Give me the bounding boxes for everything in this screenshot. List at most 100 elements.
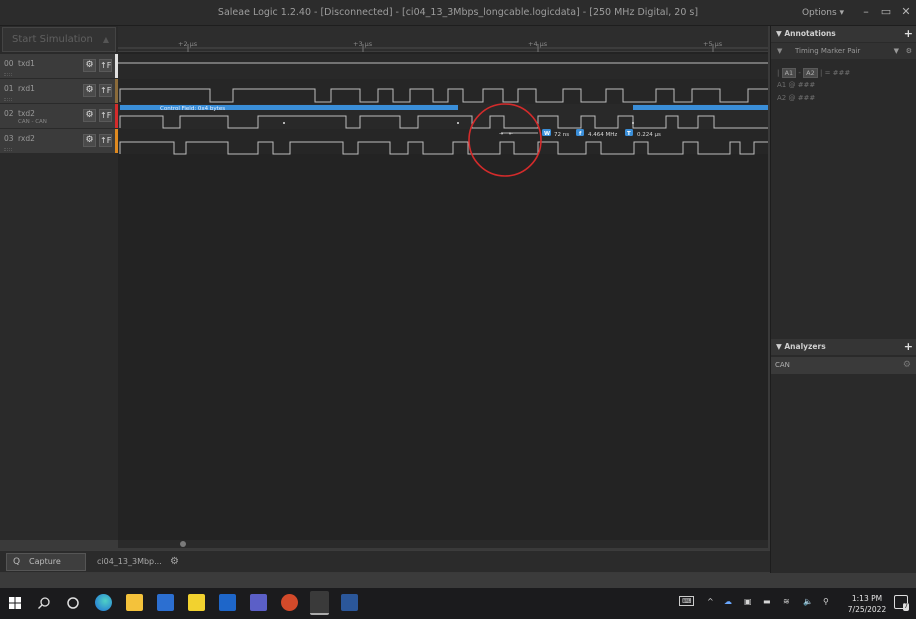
frequency-value: 4.464 MHz (588, 132, 617, 138)
trigger-icon[interactable]: ↑F (99, 84, 112, 97)
drag-grip-icon[interactable] (4, 98, 12, 101)
file-gear-icon[interactable]: ⚙ (170, 553, 179, 571)
sticky-notes-icon[interactable] (188, 594, 205, 611)
tray-chevron-icon[interactable]: ^ (707, 597, 714, 606)
bit-marker (457, 122, 459, 124)
display-icon[interactable]: ▣ (744, 597, 752, 606)
keyboard-icon[interactable]: ⌨ (679, 596, 695, 606)
cloud-icon[interactable]: ☁ (724, 597, 732, 606)
channel-settings-gear-icon[interactable]: ⚙ (83, 84, 96, 97)
dropdown-icon[interactable]: ▼ (894, 43, 899, 59)
taskbar-clock[interactable]: 1:13 PM 7/25/2022 (842, 593, 892, 615)
channel-number: 00 (4, 59, 14, 68)
analyzers-header[interactable]: ▼ Analyzers + (771, 339, 916, 355)
ruler-ticks (118, 44, 768, 52)
volume-icon[interactable]: 🔈 (803, 597, 813, 606)
marker-pair-label: Timing Marker Pair (795, 47, 861, 55)
annotation-row-a2: A2 @ ### (777, 94, 816, 102)
drag-grip-icon[interactable] (4, 148, 12, 151)
channel-row-0[interactable]: 00 txd1 ⚙ ↑F (0, 54, 118, 79)
outlook-icon[interactable] (219, 594, 236, 611)
bit-marker (283, 122, 285, 124)
channel-name[interactable]: txd1 (18, 59, 35, 68)
right-panel: ▼ Annotations + ▼ Timing Marker Pair ▼ ⚙… (770, 26, 916, 573)
file-tab[interactable]: ci04_13_3Mbp... (90, 553, 162, 571)
time-ruler[interactable]: +2 µs +3 µs +4 µs +5 µs (118, 26, 768, 52)
annotation-row-diff: | A1 - A2 | = ### (777, 68, 851, 78)
channel-settings-gear-icon[interactable]: ⚙ (83, 59, 96, 72)
title-bar: Saleae Logic 1.2.40 - [Disconnected] - [… (0, 0, 916, 26)
marker-gear-icon[interactable]: ⚙ (906, 43, 912, 59)
marker-left-icon[interactable]: ⇥ (499, 131, 503, 137)
capture-label: Capture (29, 557, 61, 566)
network-icon[interactable]: ⚲ (823, 597, 829, 606)
trigger-icon[interactable]: ↑F (99, 134, 112, 147)
store-icon[interactable] (157, 594, 174, 611)
annotation-marker-pair[interactable]: ▼ Timing Marker Pair ▼ ⚙ (771, 43, 916, 59)
trigger-icon[interactable]: ↑F (99, 109, 112, 122)
drag-grip-icon[interactable] (4, 73, 12, 76)
annotation-row-a1: A1 @ ### (777, 81, 816, 89)
waveform-canvas[interactable]: Control Field: 0x4 bytes ⇥ ⇤ W 72 ns f 4… (118, 26, 768, 540)
channel-row-3[interactable]: 03 rxd2 ⚙ ↑F (0, 129, 118, 154)
analyzer-item-can[interactable]: CAN ⚙ (771, 357, 916, 374)
scroll-thumb[interactable] (180, 541, 186, 547)
maximize-button[interactable]: ▭ (876, 3, 896, 21)
row-bg-1 (118, 79, 768, 104)
minimize-button[interactable]: – (856, 3, 876, 21)
options-button[interactable]: Options ▾ (798, 4, 848, 22)
capture-tab[interactable]: Q Capture (6, 553, 86, 571)
task-view-icon[interactable] (66, 596, 80, 610)
file-explorer-icon[interactable] (126, 594, 143, 611)
bit-marker (632, 122, 634, 124)
channel-settings-gear-icon[interactable]: ⚙ (83, 109, 96, 122)
width-badge-label: W (544, 131, 550, 137)
notification-icon[interactable]: 7 (894, 595, 909, 611)
width-value: 72 ns (554, 132, 569, 138)
word-icon[interactable] (341, 594, 358, 611)
channel-name[interactable]: txd2 (18, 109, 35, 118)
start-simulation-label: Start Simulation (12, 34, 93, 45)
battery-icon[interactable]: ▬ (763, 597, 771, 606)
start-simulation-button[interactable]: Start Simulation ▲▼ (2, 27, 116, 68)
teams-icon[interactable] (250, 594, 267, 611)
trigger-icon[interactable]: ↑F (99, 59, 112, 72)
add-annotation-plus-icon[interactable]: + (904, 26, 913, 42)
channel-number: 01 (4, 84, 14, 93)
saleae-logic-icon[interactable] (310, 591, 329, 615)
period-value: 0.224 µs (637, 132, 661, 138)
powerpoint-icon[interactable] (281, 594, 298, 611)
a2-badge: A2 (803, 68, 818, 78)
waveform-area[interactable]: Control Field: 0x4 bytes ⇥ ⇤ W 72 ns f 4… (118, 26, 768, 540)
add-analyzer-plus-icon[interactable]: + (904, 339, 913, 355)
annotations-title: ▼ Annotations (776, 29, 836, 38)
channel-number: 03 (4, 134, 14, 143)
analyzer-tag: CAN - CAN (18, 119, 47, 125)
channel-name[interactable]: rxd2 (18, 134, 35, 143)
decode-bubble[interactable] (633, 105, 768, 110)
wifi-icon[interactable]: ≋ (783, 597, 790, 606)
channel-row-2[interactable]: 02 txd2 CAN - CAN ⚙ ↑F (0, 104, 118, 129)
channel-number: 02 (4, 109, 14, 118)
channel-name[interactable]: rxd1 (18, 84, 35, 93)
channel-row-1[interactable]: 01 rxd1 ⚙ ↑F (0, 79, 118, 104)
filter-icon[interactable]: ▼ (777, 43, 782, 59)
channel-settings-gear-icon[interactable]: ⚙ (83, 134, 96, 147)
a1-badge: A1 (781, 68, 797, 78)
decode-label: Control Field: 0x4 bytes (160, 106, 225, 112)
horizontal-scrollbar[interactable] (118, 540, 768, 548)
period-badge-label: T (627, 131, 631, 137)
edge-browser-icon[interactable] (95, 594, 112, 611)
status-bar (0, 573, 916, 588)
windows-start-icon[interactable] (9, 597, 21, 609)
diff-value: | = ### (820, 69, 851, 77)
window-title: Saleae Logic 1.2.40 - [Disconnected] - [… (217, 7, 699, 18)
capture-search-icon: Q (13, 557, 21, 567)
marker-right-icon[interactable]: ⇤ (509, 131, 513, 137)
annotations-header[interactable]: ▼ Annotations + (771, 26, 916, 42)
close-button[interactable]: ✕ (896, 3, 916, 21)
analyzer-gear-icon[interactable]: ⚙ (903, 357, 911, 374)
clock-date: 7/25/2022 (847, 605, 887, 614)
notification-count: 7 (903, 603, 909, 611)
search-icon[interactable] (37, 596, 51, 610)
